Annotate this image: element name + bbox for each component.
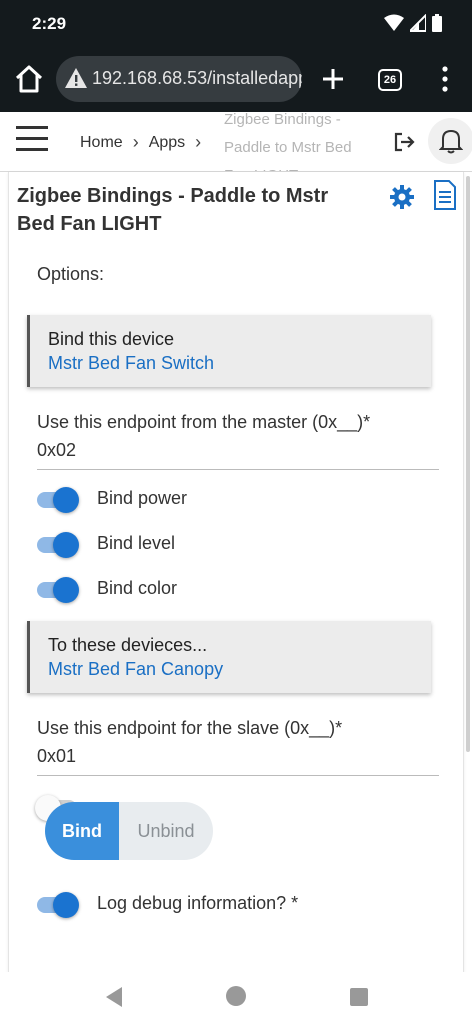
home-circle-icon[interactable]	[226, 986, 246, 1006]
app-settings-card: Zigbee Bindings - Paddle to Mstr Bed Fan…	[8, 172, 464, 972]
back-icon[interactable]	[104, 986, 124, 1008]
slave-endpoint-label: Use this endpoint for the slave (0x__)*	[37, 718, 343, 738]
log-debug-toggle[interactable]	[37, 892, 79, 918]
gear-icon[interactable]	[389, 184, 415, 210]
breadcrumb: Home › Apps ›	[80, 132, 211, 153]
tab-switcher-button[interactable]: 26	[378, 69, 402, 91]
bind-device-selector[interactable]: Bind this device Mstr Bed Fan Switch	[27, 315, 431, 387]
bind-button[interactable]: Bind	[45, 802, 119, 860]
breadcrumb-current: Zigbee Bindings - Paddle to Mstr Bed Fan…	[224, 112, 352, 171]
url-text[interactable]: 192.168.68.53/installedapp/	[92, 68, 302, 89]
clock: 2:29	[32, 14, 67, 33]
slave-endpoint-input[interactable]: 0x01	[37, 746, 76, 767]
target-devices-selector[interactable]: To these devieces... Mstr Bed Fan Canopy	[27, 621, 431, 693]
chevron-right-icon: ›	[195, 132, 202, 152]
signal-icon	[410, 14, 426, 32]
bind-level-row: Bind level	[37, 531, 437, 561]
status-icons	[384, 14, 442, 32]
home-icon[interactable]	[12, 62, 46, 96]
bind-level-label: Bind level	[97, 533, 176, 553]
app-header: Home › Apps › Zigbee Bindings - Paddle t…	[0, 112, 472, 172]
bell-icon	[439, 129, 463, 154]
chevron-right-icon: ›	[132, 132, 139, 152]
hamburger-menu-icon[interactable]	[16, 126, 48, 152]
breadcrumb-apps[interactable]: Apps	[149, 134, 185, 152]
bind-power-toggle[interactable]	[37, 487, 79, 513]
bind-device-title: Bind this device	[48, 329, 175, 349]
unbind-button[interactable]: Unbind	[119, 802, 213, 860]
address-bar[interactable]: 192.168.68.53/installedapp/	[56, 56, 302, 102]
recents-icon[interactable]	[350, 988, 368, 1006]
target-devices-title: To these devieces...	[48, 635, 208, 655]
bind-device-value[interactable]: Mstr Bed Fan Switch	[48, 353, 214, 374]
bind-level-toggle[interactable]	[37, 532, 79, 558]
scrollbar[interactable]	[466, 176, 470, 752]
bind-color-row: Bind color	[37, 576, 437, 606]
bind-color-toggle[interactable]	[37, 577, 79, 603]
bind-power-label: Bind power	[97, 488, 188, 508]
bind-power-row: Bind power	[37, 486, 437, 516]
page-title: Zigbee Bindings - Paddle to Mstr Bed Fan…	[17, 185, 329, 235]
options-heading: Options:	[37, 264, 105, 284]
master-endpoint-input[interactable]: 0x02	[37, 440, 76, 461]
master-endpoint-field[interactable]: Use this endpoint from the master (0x__)…	[37, 412, 439, 470]
battery-icon	[432, 14, 442, 32]
breadcrumb-home[interactable]: Home	[80, 134, 123, 152]
status-bar: 2:29	[0, 0, 472, 48]
bind-color-label: Bind color	[97, 578, 178, 598]
browser-toolbar: 192.168.68.53/installedapp/ 26	[0, 48, 472, 112]
new-tab-icon[interactable]	[318, 62, 348, 96]
log-debug-row: Log debug information? *	[37, 891, 437, 921]
wifi-icon	[384, 14, 404, 31]
warning-icon[interactable]	[64, 67, 88, 89]
system-nav-bar	[0, 972, 472, 1024]
slave-endpoint-field[interactable]: Use this endpoint for the slave (0x__)* …	[37, 718, 439, 776]
master-endpoint-label: Use this endpoint from the master (0x__)…	[37, 412, 371, 432]
more-options-icon[interactable]	[438, 64, 452, 94]
log-debug-label: Log debug information? *	[97, 893, 299, 913]
notifications-button[interactable]	[428, 118, 472, 164]
bind-unbind-segmented-control: Bind Unbind	[45, 802, 213, 860]
document-icon[interactable]	[433, 180, 457, 210]
target-devices-value[interactable]: Mstr Bed Fan Canopy	[48, 659, 223, 680]
logout-icon[interactable]	[392, 130, 416, 154]
